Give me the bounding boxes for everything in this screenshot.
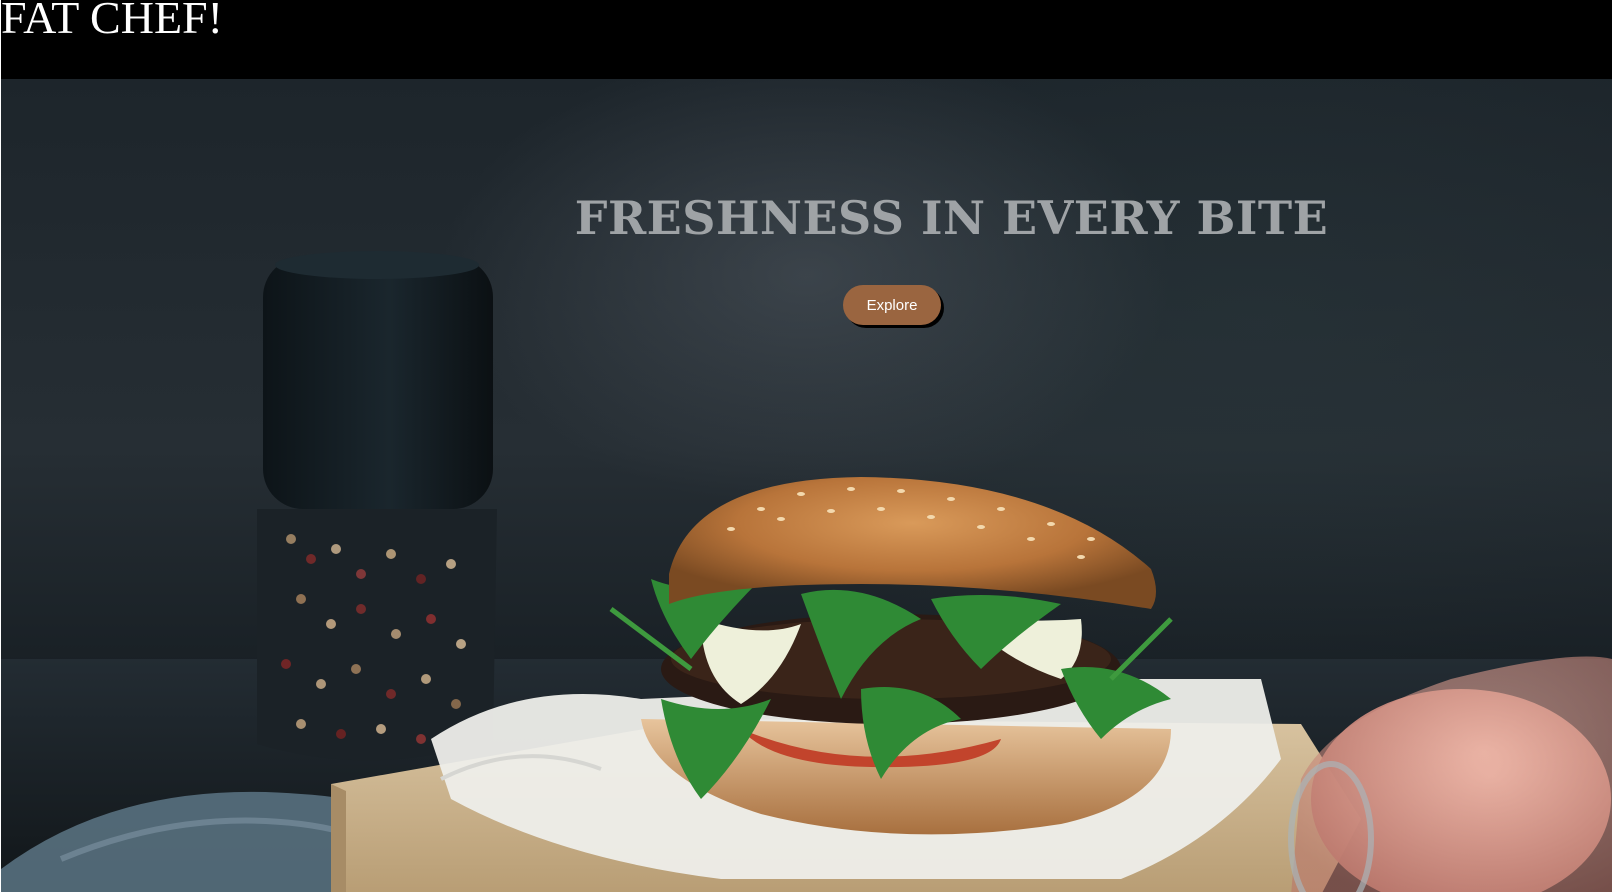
explore-button[interactable]: Explore bbox=[843, 285, 941, 325]
page: FAT CHEF! FRESHNESS IN EVERY BITE Explor… bbox=[0, 0, 1612, 895]
brand-logo-text[interactable]: FAT CHEF! bbox=[1, 0, 223, 48]
site-header: FAT CHEF! bbox=[1, 0, 1612, 79]
hero-section: FRESHNESS IN EVERY BITE Explore bbox=[1, 79, 1612, 895]
hero-headline: FRESHNESS IN EVERY BITE bbox=[574, 191, 1329, 245]
